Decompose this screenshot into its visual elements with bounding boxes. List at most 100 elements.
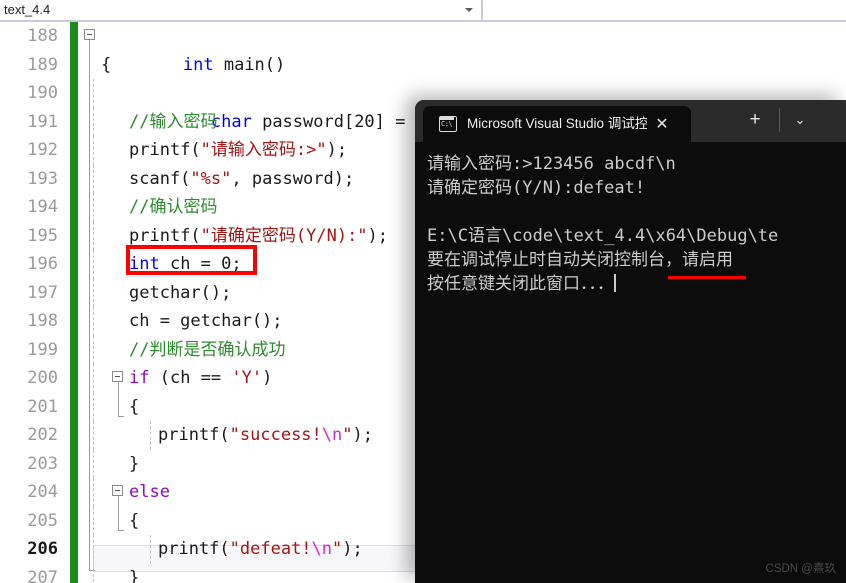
console-output-text: 按任意键关闭此窗口．．． xyxy=(427,274,614,294)
indent-guide xyxy=(93,193,94,222)
code-token-comment: //输入密码 xyxy=(129,111,218,132)
code-line[interactable]: 188 int main() xyxy=(0,22,846,75)
code-token: printf( xyxy=(129,225,201,246)
change-indicator xyxy=(70,506,78,535)
code-token-char: 'Y' xyxy=(231,368,263,388)
change-indicator xyxy=(70,392,78,421)
change-indicator xyxy=(70,107,78,136)
scope-dropdown-value: text_4.4 xyxy=(4,2,51,17)
line-number: 194 xyxy=(27,197,58,217)
indent-guide xyxy=(93,307,94,336)
indent-guide xyxy=(93,250,94,279)
chevron-down-icon[interactable] xyxy=(465,8,473,12)
indent-guide xyxy=(93,364,94,393)
change-indicator xyxy=(70,364,78,393)
line-number: 193 xyxy=(27,168,58,189)
indent-guide xyxy=(93,278,94,307)
code-token: scanf( xyxy=(129,168,191,189)
code-token: { xyxy=(129,510,140,531)
indent-guide xyxy=(93,79,94,108)
change-indicator xyxy=(70,278,78,307)
code-token: { xyxy=(101,54,112,75)
console-title-bar: C:\ Microsoft Visual Studio 调试控 ✕ + ⌄ xyxy=(415,100,846,142)
indent-guide xyxy=(150,421,151,450)
code-token: , password); xyxy=(231,168,355,189)
code-token-keyword: else xyxy=(129,482,170,502)
code-token: ) xyxy=(262,368,273,388)
line-number: 198 xyxy=(27,311,58,331)
code-token-string: "请确定密码(Y/N):" xyxy=(200,225,368,246)
console-output-blank-line xyxy=(427,200,846,224)
editor-navigation-bar: text_4.4 xyxy=(0,0,846,22)
indent-guide xyxy=(93,535,94,564)
change-indicator xyxy=(70,22,78,51)
console-tab[interactable]: C:\ Microsoft Visual Studio 调试控 ✕ xyxy=(423,106,691,142)
code-token: ch = getchar(); xyxy=(129,311,283,331)
code-token: ); xyxy=(352,425,373,445)
indent-guide xyxy=(93,421,94,450)
change-indicator xyxy=(70,221,78,250)
line-number: 190 xyxy=(27,83,58,103)
toolbar-separator xyxy=(779,108,780,132)
terminal-icon-glyph: C:\ xyxy=(441,120,453,128)
line-number: 196 xyxy=(27,254,58,274)
code-line[interactable]: 189 { xyxy=(0,50,846,79)
new-tab-icon[interactable]: + xyxy=(745,110,765,130)
change-indicator xyxy=(70,50,78,79)
line-number: 200 xyxy=(27,368,58,388)
scope-dropdown[interactable]: text_4.4 xyxy=(0,0,483,20)
code-token: printf( xyxy=(158,539,230,559)
line-number: 188 xyxy=(27,26,58,46)
code-token: } xyxy=(129,567,140,583)
navigation-bar-right-region xyxy=(485,0,846,20)
indent-guide xyxy=(93,449,94,478)
outline-collapse-toggle[interactable] xyxy=(84,29,95,40)
code-token-string: "%s" xyxy=(190,168,232,189)
code-token: (ch == xyxy=(149,368,232,388)
code-token-comment: //确认密码 xyxy=(129,197,218,217)
code-token-escape: \n xyxy=(321,425,343,445)
change-indicator xyxy=(70,563,78,583)
indent-guide xyxy=(93,506,94,535)
watermark: CSDN @熹玖 xyxy=(765,563,836,575)
console-cursor xyxy=(614,274,616,292)
debug-console-window[interactable]: C:\ Microsoft Visual Studio 调试控 ✕ + ⌄ 请输… xyxy=(415,100,846,583)
code-token-escape: \n xyxy=(311,539,333,559)
outline-collapse-toggle[interactable] xyxy=(112,371,123,382)
change-indicator xyxy=(70,193,78,222)
change-indicator xyxy=(70,421,78,450)
change-indicator xyxy=(70,307,78,336)
indent-guide xyxy=(93,478,94,507)
code-token: ch = 0; xyxy=(159,254,242,274)
line-number: 206 xyxy=(27,539,58,559)
indent-guide xyxy=(93,563,94,583)
code-token: ); xyxy=(367,225,389,246)
change-indicator xyxy=(70,79,78,108)
change-indicator xyxy=(70,136,78,165)
indent-guide xyxy=(93,107,94,136)
code-token: printf( xyxy=(158,425,230,445)
outline-collapse-toggle[interactable] xyxy=(112,485,123,496)
indent-guide xyxy=(93,136,94,165)
console-tab-title: Microsoft Visual Studio 调试控 xyxy=(467,116,647,131)
line-number: 205 xyxy=(27,510,58,531)
line-number: 204 xyxy=(27,482,58,502)
line-number: 203 xyxy=(27,453,58,474)
line-number: 199 xyxy=(27,339,58,360)
line-number: 197 xyxy=(27,282,58,303)
close-icon[interactable]: ✕ xyxy=(653,116,671,134)
code-token-string: " xyxy=(332,539,343,559)
console-output-line: E:\C语言\code\text_4.4\x64\Debug\te xyxy=(427,226,779,246)
code-token: printf( xyxy=(129,140,201,160)
change-indicator xyxy=(70,478,78,507)
code-token-string: "请输入密码:>" xyxy=(200,140,327,160)
console-output[interactable]: 请输入密码:>123456 abcdf\n 请确定密码(Y/N):defeat!… xyxy=(415,142,846,583)
line-number: 202 xyxy=(27,425,58,445)
chevron-down-icon[interactable]: ⌄ xyxy=(789,111,811,129)
code-token: } xyxy=(129,453,140,474)
code-token-comment: //判断是否确认成功 xyxy=(129,339,286,360)
code-token-string: "success! xyxy=(229,425,322,445)
indent-guide xyxy=(150,535,151,564)
change-indicator xyxy=(70,535,78,564)
code-token-string: "defeat! xyxy=(229,539,312,559)
